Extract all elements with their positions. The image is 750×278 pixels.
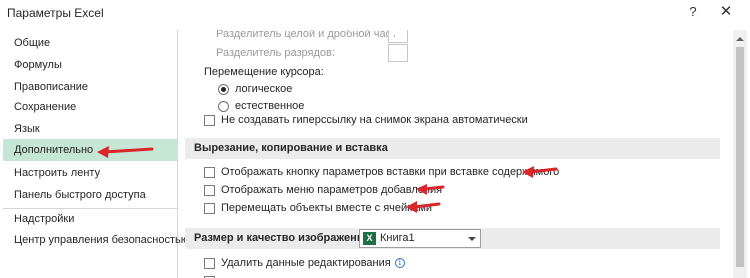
nav-item-save[interactable]: Сохранение	[3, 96, 178, 118]
help-button[interactable]: ?	[685, 3, 701, 21]
no-hyperlink-checkbox[interactable]	[204, 115, 215, 126]
cursor-movement-label: Перемещение курсора:	[204, 66, 324, 78]
cut-copy-section-header: Вырезание, копирование и вставка	[185, 138, 720, 159]
paste-options-label: Отображать кнопку параметров вставки при…	[221, 166, 560, 178]
image-section-title: Размер и качество изображения	[194, 232, 370, 244]
excel-workbook-icon: X	[363, 232, 376, 245]
nav-item-addins[interactable]: Надстройки	[3, 208, 178, 230]
cut-copy-section-title: Вырезание, копирование и вставка	[194, 142, 388, 154]
radio-natural[interactable]	[218, 101, 229, 112]
chevron-down-icon	[468, 237, 476, 241]
close-button[interactable]: ✕	[717, 3, 735, 21]
nav-item-language[interactable]: Язык	[3, 118, 178, 140]
nav-item-general[interactable]: Общие	[3, 32, 178, 54]
move-objects-checkbox[interactable]	[204, 203, 215, 214]
nav-item-customize-ribbon[interactable]: Настроить ленту	[3, 162, 178, 184]
title-bar: Параметры Excel ? ✕	[0, 0, 750, 26]
annotation-arrow-advanced	[97, 146, 154, 158]
annotation-arrow-move-objects	[406, 201, 441, 213]
advanced-options-panel: Разделитель целой и дробной части: , Раз…	[185, 30, 733, 278]
radio-natural-label: естественное	[235, 100, 305, 112]
workbook-select[interactable]: X Книга1	[359, 229, 481, 248]
nav-item-proofing[interactable]: Правописание	[3, 76, 178, 98]
move-objects-label: Перемещать объекты вместе с ячейками	[221, 202, 433, 214]
radio-logical-label: логическое	[235, 83, 293, 95]
nav-item-formulas[interactable]: Формулы	[3, 54, 178, 76]
thousands-separator-label: Разделитель разрядов:	[216, 47, 335, 59]
no-hyperlink-label: Не создавать гиперссылку на снимок экран…	[221, 114, 528, 126]
scroll-thumb[interactable]	[736, 47, 744, 267]
discard-editing-checkbox[interactable]	[204, 258, 215, 269]
discard-editing-label: Удалить данные редактирования	[221, 257, 391, 269]
decimal-separator-label: Разделитель целой и дробной части:	[216, 30, 406, 40]
dialog-title: Параметры Excel	[7, 6, 104, 20]
radio-logical[interactable]	[218, 84, 229, 95]
insert-options-label: Отображать меню параметров добавления	[221, 184, 443, 196]
vertical-scrollbar[interactable]	[733, 30, 747, 278]
nav-item-quick-access[interactable]: Панель быстрого доступа	[3, 184, 178, 206]
excel-options-dialog: Параметры Excel ? ✕ Общие Формулы Правоп…	[0, 0, 750, 278]
annotation-arrow-insert-options	[416, 184, 445, 195]
discard-editing-row: Удалить данные редактирования i	[221, 257, 405, 269]
insert-options-checkbox[interactable]	[204, 185, 215, 196]
info-icon[interactable]: i	[394, 258, 405, 268]
decimal-separator-input[interactable]: ,	[388, 30, 408, 43]
thousands-separator-input[interactable]	[388, 44, 408, 62]
workbook-select-value: Книга1	[380, 232, 415, 244]
nav-item-trust-center[interactable]: Центр управления безопасностью	[3, 229, 189, 251]
annotation-arrow-paste-options	[522, 166, 558, 178]
paste-options-checkbox[interactable]	[204, 167, 215, 178]
scroll-up-icon[interactable]	[736, 37, 744, 41]
image-section-header: Размер и качество изображения X Книга1	[185, 228, 720, 249]
